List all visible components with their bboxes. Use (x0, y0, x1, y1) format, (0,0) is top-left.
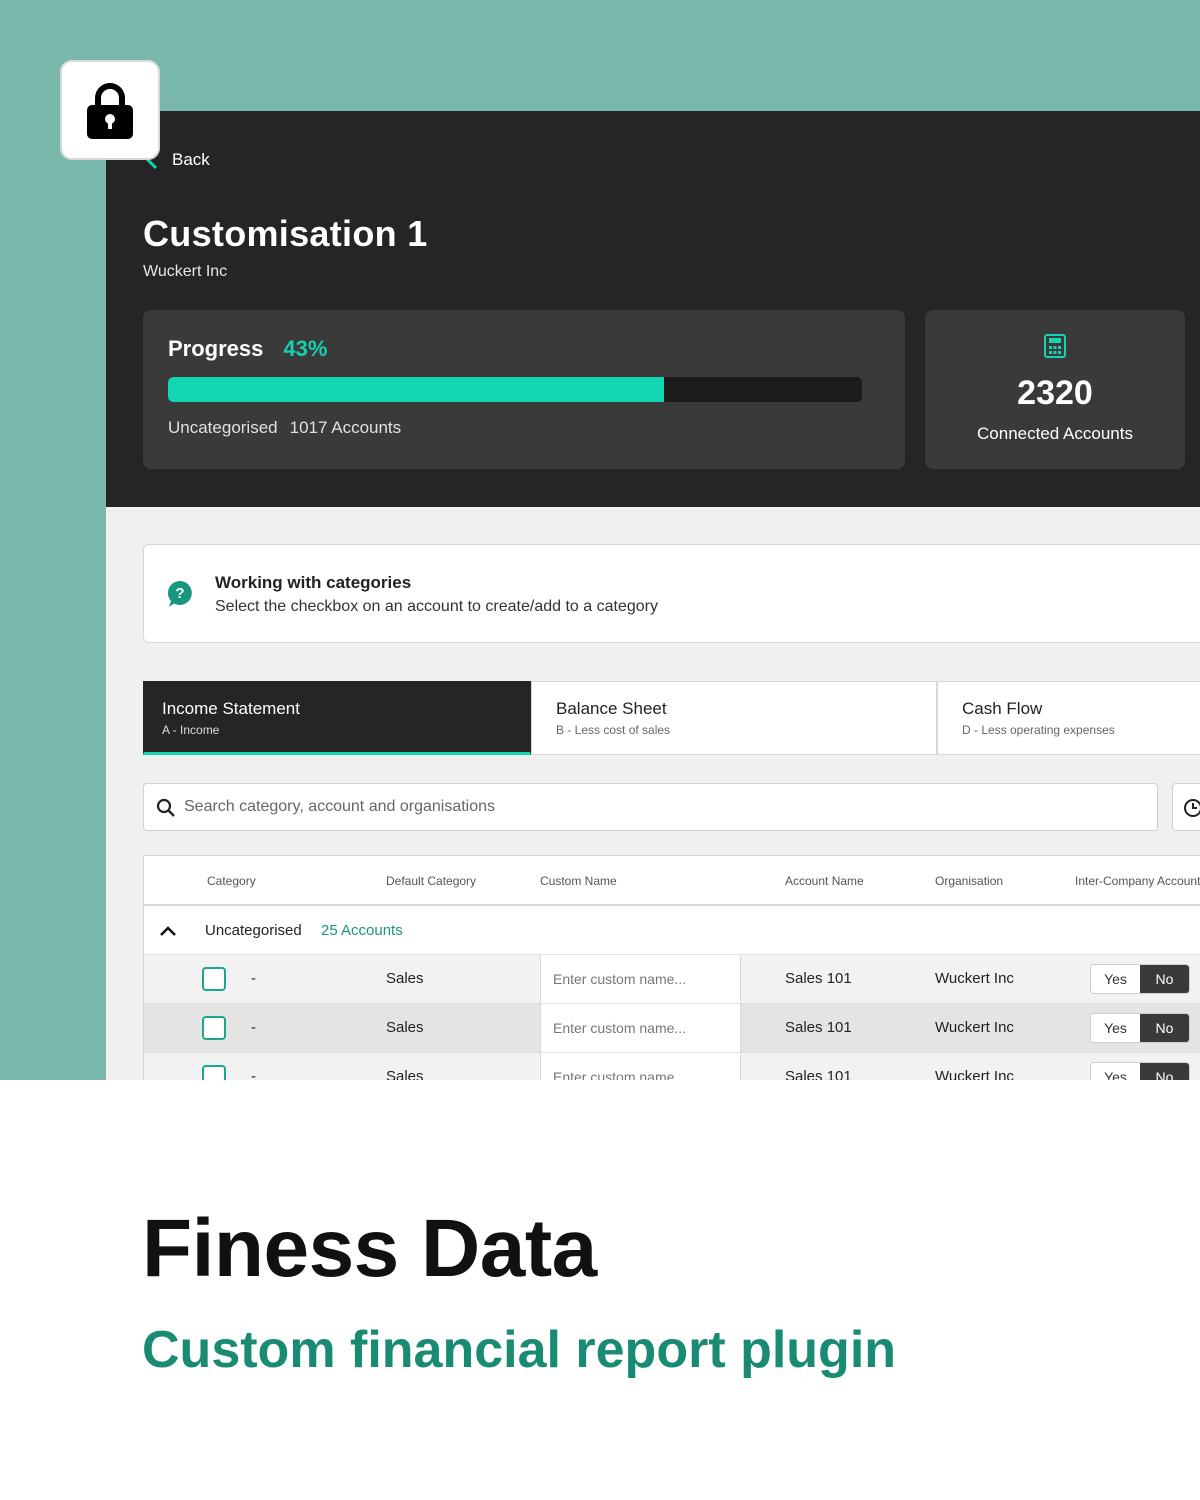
progress-bar-fill (168, 377, 665, 402)
group-name: Uncategorised (205, 922, 302, 939)
info-title: Working with categories (215, 573, 412, 592)
inter-company-toggle: Yes No (1090, 964, 1190, 994)
organisation-cell: Wuckert Inc (935, 1019, 1014, 1036)
default-category-cell: Sales (386, 1068, 424, 1080)
default-category-cell: Sales (386, 1019, 424, 1036)
caption-subtitle: Custom financial report plugin (142, 1321, 897, 1379)
header-panel: Back Customisation 1 Wuckert Inc Progres… (106, 111, 1200, 507)
custom-name-input[interactable] (540, 1053, 741, 1080)
tab-title: Balance Sheet (556, 699, 667, 718)
tab-title: Cash Flow (962, 699, 1043, 718)
row-checkbox[interactable] (202, 1065, 226, 1080)
statement-tabs: Income Statement A - Income Balance Shee… (143, 681, 1200, 755)
inter-company-toggle: Yes No (1090, 1013, 1190, 1043)
row-checkbox[interactable] (202, 1016, 226, 1040)
progress-percent: 43% (283, 336, 328, 361)
info-banner: ? Working with categories Select the che… (143, 544, 1200, 643)
row-checkbox[interactable] (202, 967, 226, 991)
toggle-yes[interactable]: Yes (1091, 965, 1140, 993)
tab-subtitle: A - Income (162, 723, 220, 737)
progress-card: Progress 43% Uncategorised 1017 Accounts (143, 310, 905, 469)
tab-title: Income Statement (162, 699, 300, 718)
category-cell: - (251, 1068, 256, 1080)
progress-footer: Uncategorised 1017 Accounts (168, 418, 401, 438)
group-row-uncategorised: Uncategorised 25 Accounts (144, 906, 1200, 955)
tab-subtitle: D - Less operating expenses (962, 723, 1115, 737)
progress-label: Progress (168, 336, 264, 361)
connected-accounts-card: 2320 Connected Accounts (925, 310, 1185, 469)
chevron-up-icon[interactable] (158, 921, 178, 941)
account-name-cell: Sales 101 (785, 970, 852, 987)
back-label: Back (172, 150, 210, 169)
toggle-no[interactable]: No (1140, 965, 1189, 993)
organisation-cell: Wuckert Inc (935, 1068, 1014, 1080)
column-header: Inter-Company Account (1075, 874, 1200, 888)
search-icon (156, 798, 175, 817)
account-name-cell: Sales 101 (785, 1019, 852, 1036)
page-title: Customisation 1 (143, 213, 428, 254)
calculator-icon (1044, 334, 1066, 358)
table-row: - Sales Sales 101 Wuckert Inc Yes No (144, 1004, 1200, 1053)
category-cell: - (251, 1019, 256, 1036)
tab-cash-flow[interactable]: Cash Flow D - Less operating expenses (937, 681, 1200, 755)
page-subtitle: Wuckert Inc (143, 263, 228, 280)
app-window: Back Customisation 1 Wuckert Inc Progres… (106, 111, 1200, 1080)
inter-company-toggle: Yes No (1090, 1062, 1190, 1080)
column-header: Custom Name (540, 874, 617, 888)
progress-bar (168, 377, 862, 402)
account-name-cell: Sales 101 (785, 1068, 852, 1080)
default-category-cell: Sales (386, 970, 424, 987)
uncategorised-count: 1017 Accounts (289, 418, 402, 437)
lock-badge (60, 60, 160, 160)
question-bubble-icon: ? (167, 580, 192, 607)
hero-area: Back Customisation 1 Wuckert Inc Progres… (0, 0, 1200, 1080)
toggle-no[interactable]: No (1140, 1014, 1189, 1042)
tab-subtitle: B - Less cost of sales (556, 723, 671, 737)
clock-icon (1184, 799, 1200, 817)
table-header: Category Default Category Custom Name Ac… (144, 856, 1200, 906)
lock-icon (87, 83, 133, 139)
table-row: - Sales Sales 101 Wuckert Inc Yes No (144, 1053, 1200, 1080)
uncategorised-label: Uncategorised (168, 418, 278, 437)
connected-accounts-value: 2320 (1017, 374, 1093, 412)
connected-accounts-label: Connected Accounts (977, 424, 1133, 443)
column-header: Category (207, 874, 256, 888)
tab-income-statement[interactable]: Income Statement A - Income (143, 681, 531, 755)
toggle-no[interactable]: No (1140, 1063, 1189, 1080)
category-cell: - (251, 970, 256, 987)
group-count: 25 Accounts (321, 922, 403, 939)
svg-text:?: ? (175, 585, 184, 602)
accounts-table: Category Default Category Custom Name Ac… (143, 855, 1200, 1080)
custom-name-input[interactable] (540, 955, 741, 1003)
info-text: Select the checkbox on an account to cre… (215, 598, 658, 615)
tab-balance-sheet[interactable]: Balance Sheet B - Less cost of sales (531, 681, 937, 755)
organisation-cell: Wuckert Inc (935, 970, 1014, 987)
column-header: Default Category (386, 874, 477, 888)
caption-title: Finess Data (142, 1203, 597, 1294)
toggle-yes[interactable]: Yes (1091, 1063, 1140, 1080)
column-header: Account Name (785, 874, 864, 888)
search-input[interactable] (184, 794, 1144, 820)
toggle-yes[interactable]: Yes (1091, 1014, 1140, 1042)
table-row: - Sales Sales 101 Wuckert Inc Yes No (144, 955, 1200, 1004)
search-bar (143, 783, 1158, 831)
history-button[interactable] (1172, 783, 1200, 831)
custom-name-input[interactable] (540, 1004, 741, 1052)
column-header: Organisation (935, 874, 1004, 888)
